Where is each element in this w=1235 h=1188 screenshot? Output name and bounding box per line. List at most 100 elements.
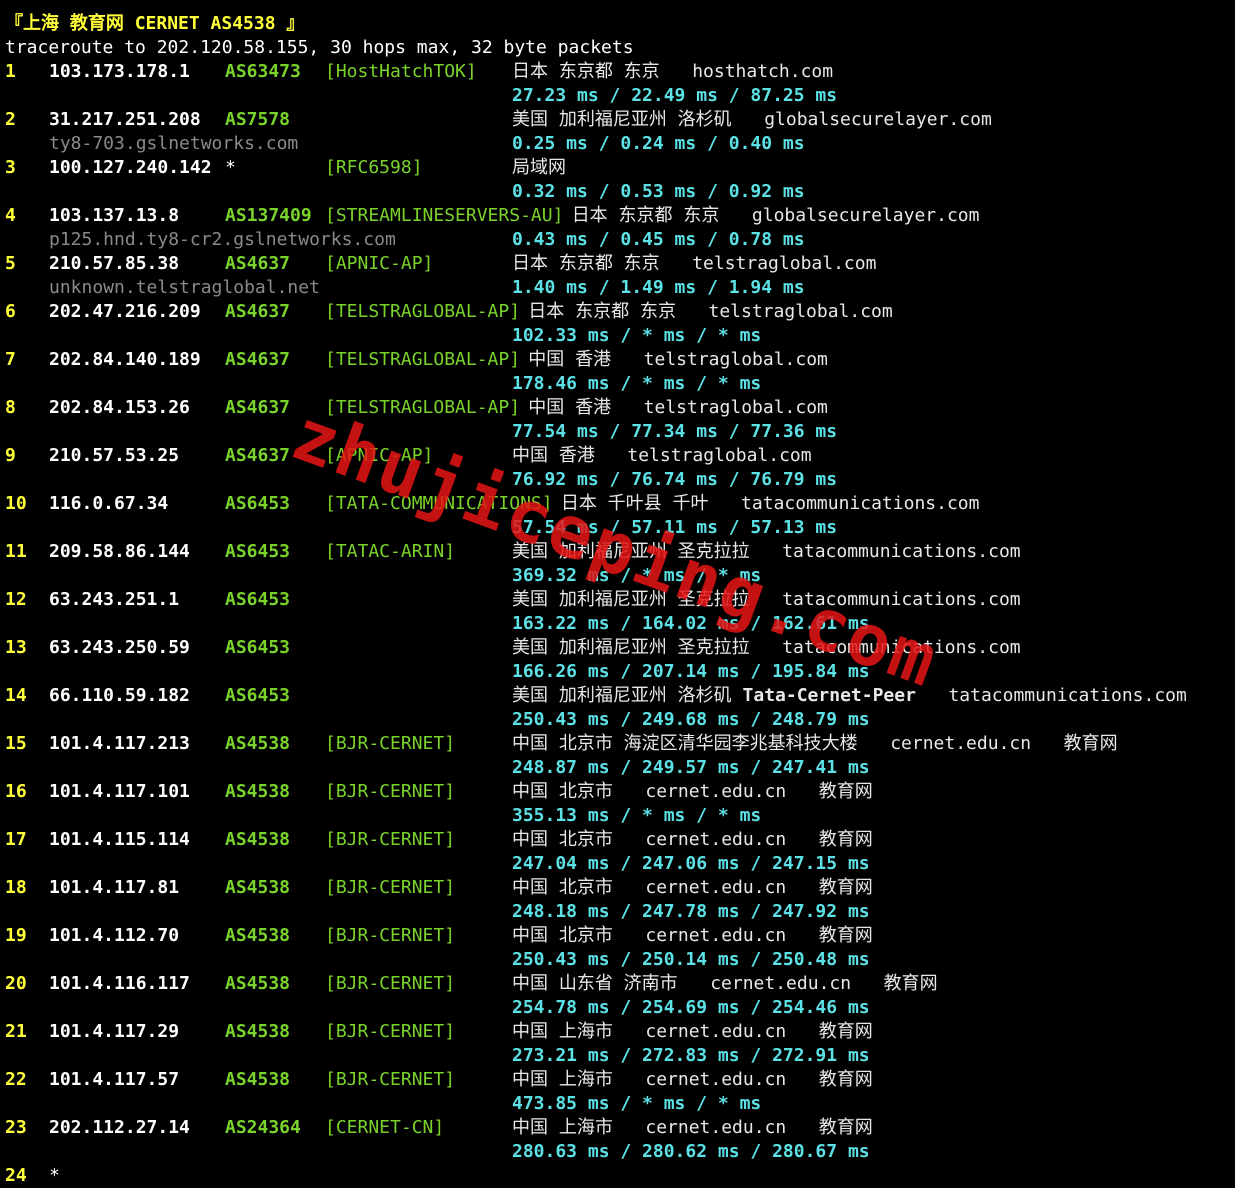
hop-domain: globalsecurelayer.com — [751, 205, 980, 226]
hop-ip: 202.84.140.189 — [49, 349, 201, 370]
hop-network: 教育网 — [1063, 733, 1118, 754]
hop-network: 教育网 — [883, 973, 938, 994]
hop-rtt: 248.18 ms / 247.78 ms / 247.92 ms — [512, 901, 870, 922]
hop-geo: 中国 上海市 — [512, 1117, 613, 1138]
hop-detail-row: 166.26 ms / 207.14 ms / 195.84 ms — [5, 660, 1235, 684]
hop-row: 10 116.0.67.34 AS6453 [TATA-COMMUNICATIONS]… — [5, 492, 1235, 516]
hop-geo: 局域网 — [512, 157, 566, 178]
hop-detail-row: 163.22 ms / 164.02 ms / 162.61 ms — [5, 612, 1235, 636]
hop-asn: AS4538 — [225, 781, 291, 802]
hop-detail-row: unknown.telstraglobal.net 1.40 ms / 1.49 … — [5, 276, 1235, 300]
hop-row: 7 202.84.140.189 AS4637 [TELSTRAGLOBAL-AP] 中… — [5, 348, 1235, 372]
hop-geo: 中国 上海市 — [512, 1069, 613, 1090]
hop-location: 日本 东京都 东京 telstraglobal.com — [512, 252, 876, 276]
hop-geo: 日本 千叶县 千叶 — [560, 493, 709, 514]
hop-asn: AS6453 — [225, 589, 291, 610]
hop-hostname: ty8-703.gslnetworks.com — [49, 133, 299, 154]
hop-network: 教育网 — [818, 925, 873, 946]
hop-ip: 100.127.240.142 — [49, 157, 212, 178]
hop-detail-row: ty8-703.gslnetworks.com 0.25 ms / 0.24 ms… — [5, 132, 1235, 156]
hop-network: 教育网 — [818, 1117, 873, 1138]
hop-number: 7 — [5, 349, 16, 370]
hop-asn: AS24364 — [225, 1117, 301, 1138]
hop-location: 日本 东京都 东京 telstraglobal.com — [528, 300, 892, 324]
hop-asn: AS6453 — [225, 685, 291, 706]
hop-asn: AS4538 — [225, 829, 291, 850]
hop-number: 5 — [5, 253, 16, 274]
hop-row: 6 202.47.216.209 AS4637 [TELSTRAGLOBAL-AP] 日… — [5, 300, 1235, 324]
hop-detail-row: 355.13 ms / * ms / * ms — [5, 804, 1235, 828]
hop-number: 1 — [5, 61, 16, 82]
hop-rtt: 76.92 ms / 76.74 ms / 76.79 ms — [512, 469, 838, 490]
hop-list: 1 103.173.178.1 AS63473 [HostHatchTOK] 日本 东京… — [5, 60, 1235, 1188]
hop-domain: tatacommunications.com — [741, 493, 980, 514]
hop-number: 18 — [5, 877, 27, 898]
hop-tag: [BJR-CERNET] — [325, 925, 456, 946]
hop-tag: [BJR-CERNET] — [325, 781, 456, 802]
hop-geo: 中国 山东省 济南市 — [512, 973, 678, 994]
hop-ip: 210.57.53.25 — [49, 445, 180, 466]
hop-number: 4 — [5, 205, 16, 226]
hop-asn: AS63473 — [225, 61, 301, 82]
hop-ip: 103.137.13.8 — [49, 205, 180, 226]
hop-row: 23 202.112.27.14 AS24364 [CERNET-CN] 中国 上海市 … — [5, 1116, 1235, 1140]
hop-detail-row: 57.54 ms / 57.11 ms / 57.13 ms — [5, 516, 1235, 540]
hop-ip: 63.243.251.1 — [49, 589, 180, 610]
hop-ip: 202.47.216.209 — [49, 301, 201, 322]
hop-number: 22 — [5, 1069, 27, 1090]
hop-ip: 103.173.178.1 — [49, 61, 190, 82]
hop-number: 10 — [5, 493, 27, 514]
hop-ip: 101.4.112.70 — [49, 925, 180, 946]
hop-rtt: 250.43 ms / 249.68 ms / 248.79 ms — [512, 709, 870, 730]
hop-location: 美国 加利福尼亚州 洛杉矶 Tata-Cernet-Peer tatacommu… — [512, 684, 1187, 708]
hop-detail-row: 0.32 ms / 0.53 ms / 0.92 ms — [5, 180, 1235, 204]
hop-geo: 中国 北京市 — [512, 877, 613, 898]
hop-rtt: 247.04 ms / 247.06 ms / 247.15 ms — [512, 853, 870, 874]
hop-rtt: 178.46 ms / * ms / * ms — [512, 373, 762, 394]
hop-geo: 中国 北京市 海淀区清华园李兆基科技大楼 — [512, 733, 858, 754]
hop-location: 美国 加利福尼亚州 圣克拉拉 tatacommunications.com — [512, 588, 1021, 612]
hop-tag: [APNIC-AP] — [325, 445, 434, 466]
hop-extra: Tata-Cernet-Peer — [742, 685, 916, 706]
hop-location: 中国 北京市 海淀区清华园李兆基科技大楼 cernet.edu.cn 教育网 — [512, 732, 1118, 756]
hop-number: 21 — [5, 1021, 27, 1042]
hop-domain: cernet.edu.cn — [645, 829, 787, 850]
hop-row: 4 103.137.13.8 AS137409 [STREAMLINESERVERS-… — [5, 204, 1235, 228]
hop-rtt: 250.43 ms / 250.14 ms / 250.48 ms — [512, 949, 870, 970]
hop-rtt: 166.26 ms / 207.14 ms / 195.84 ms — [512, 661, 870, 682]
hop-location: 中国 香港 telstraglobal.com — [512, 444, 812, 468]
hop-asn: AS4538 — [225, 733, 291, 754]
terminal-output: 『上海 教育网 CERNET AS4538 』 traceroute to 20… — [5, 12, 1235, 1188]
hop-detail-row: 76.92 ms / 76.74 ms / 76.79 ms — [5, 468, 1235, 492]
hop-ip: 101.4.115.114 — [49, 829, 190, 850]
hop-tag: [TELSTRAGLOBAL-AP] — [325, 397, 521, 418]
hop-row: 21 101.4.117.29 AS4538 [BJR-CERNET] 中国 上海市 c… — [5, 1020, 1235, 1044]
hop-rtt: 369.32 ms / * ms / * ms — [512, 565, 762, 586]
hop-tag: [TELSTRAGLOBAL-AP] — [325, 301, 521, 322]
hop-row-partial: 24 * — [5, 1164, 1235, 1188]
hop-row: 11 209.58.86.144 AS6453 [TATAC-ARIN] 美国 加利福尼… — [5, 540, 1235, 564]
hop-rtt: 163.22 ms / 164.02 ms / 162.61 ms — [512, 613, 870, 634]
hop-asn: AS4637 — [225, 349, 291, 370]
hop-ip: 202.112.27.14 — [49, 1117, 190, 1138]
hop-tag: [BJR-CERNET] — [325, 973, 456, 994]
hop-row: 3 100.127.240.142 * [RFC6598] 局域网 — [5, 156, 1235, 180]
hop-hostname: p125.hnd.ty8-cr2.gslnetworks.com — [49, 229, 396, 250]
hop-tag: [BJR-CERNET] — [325, 1069, 456, 1090]
hop-geo: 美国 加利福尼亚州 圣克拉拉 — [512, 541, 750, 562]
hop-asn: AS4538 — [225, 925, 291, 946]
hop-geo: 日本 东京都 东京 — [512, 253, 660, 274]
hop-row: 13 63.243.250.59 AS6453 美国 加利福尼亚州 圣克拉拉 tata… — [5, 636, 1235, 660]
hop-domain: cernet.edu.cn — [710, 973, 852, 994]
hop-asn: AS4637 — [225, 445, 291, 466]
hop-rtt: 77.54 ms / 77.34 ms / 77.36 ms — [512, 421, 838, 442]
hop-location: 美国 加利福尼亚州 洛杉矶 globalsecurelayer.com — [512, 108, 992, 132]
hop-location: 中国 上海市 cernet.edu.cn 教育网 — [512, 1116, 873, 1140]
hop-ip: 210.57.85.38 — [49, 253, 180, 274]
hop-location: 局域网 — [512, 156, 566, 180]
hop-detail-row: 247.04 ms / 247.06 ms / 247.15 ms — [5, 852, 1235, 876]
hop-domain: tatacommunications.com — [782, 541, 1021, 562]
hop-domain: telstraglobal.com — [627, 445, 812, 466]
hop-asn: AS4637 — [225, 301, 291, 322]
hop-asn: AS137409 — [225, 205, 312, 226]
